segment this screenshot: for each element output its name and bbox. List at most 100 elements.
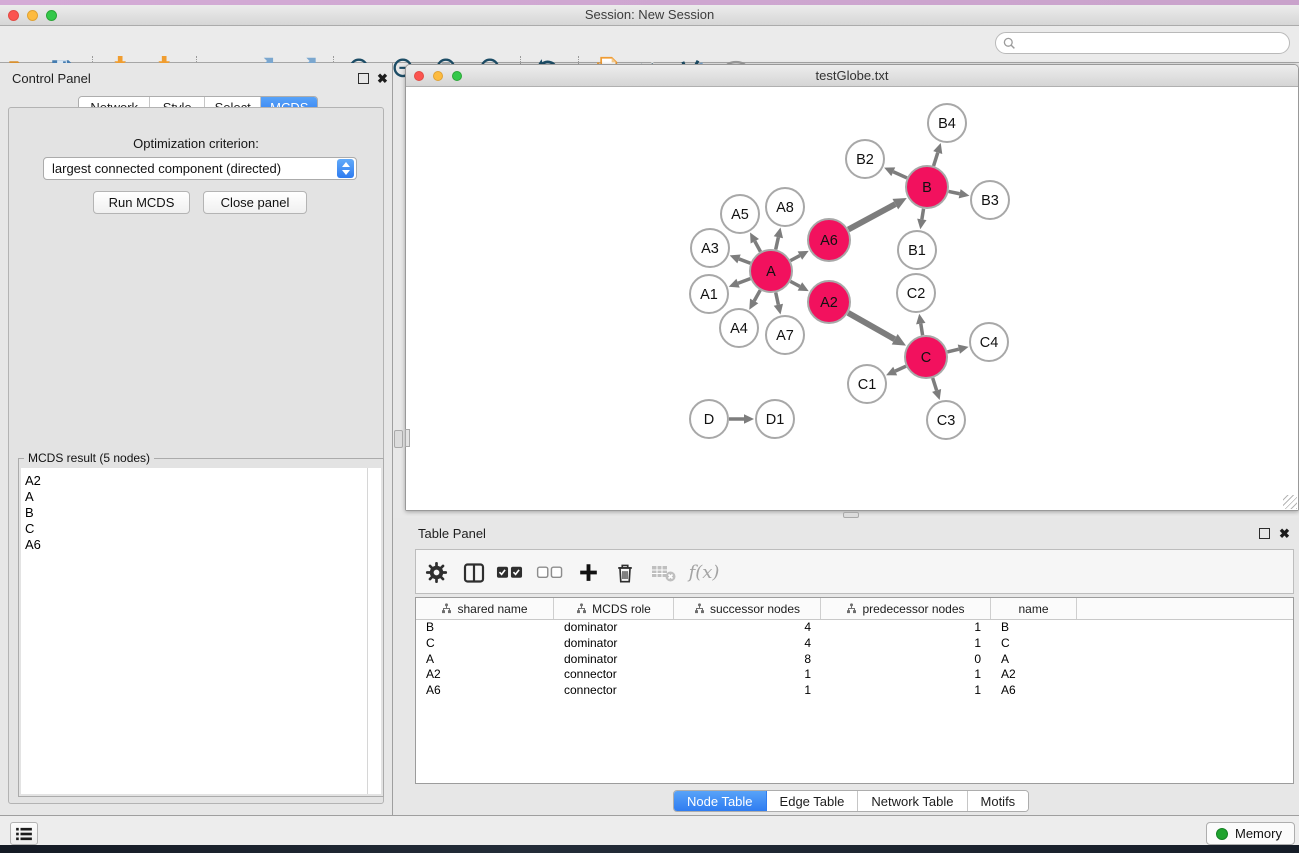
graph-edge-A-A2[interactable] (790, 281, 799, 286)
graph-edge-B-B3[interactable] (949, 191, 960, 193)
graph-edge-C-C3[interactable] (933, 378, 937, 390)
table-cell[interactable]: 1 (821, 683, 991, 699)
deselect-all-columns-button[interactable] (536, 559, 563, 586)
table-row[interactable]: A2connector11A2 (416, 667, 1293, 683)
table-cell[interactable]: B (991, 620, 1077, 636)
table-cell[interactable]: C (991, 636, 1077, 652)
table-cell[interactable]: 4 (674, 620, 821, 636)
network-minimize-traffic-light[interactable] (433, 71, 443, 81)
table-cell[interactable]: 1 (821, 636, 991, 652)
run-mcds-button[interactable]: Run MCDS (93, 191, 190, 214)
graph-edge-B-B4[interactable] (934, 153, 938, 166)
table-cell[interactable]: 1 (821, 667, 991, 683)
table-cell[interactable]: connector (554, 667, 674, 683)
table-cell[interactable]: 4 (674, 636, 821, 652)
network-view-window[interactable]: testGlobe.txt B4B2BB3A5A8A6B1A3AA1C2A2A4… (405, 64, 1299, 511)
table-tab-edge-table[interactable]: Edge Table (767, 791, 859, 811)
table-cell[interactable]: A2 (991, 667, 1077, 683)
mcds-result-item[interactable]: C (21, 521, 367, 537)
search-input[interactable] (1016, 36, 1276, 50)
table-tab-node-table[interactable]: Node Table (674, 791, 767, 811)
table-row[interactable]: Cdominator41C (416, 636, 1293, 652)
table-row[interactable]: Adominator80A (416, 652, 1293, 668)
memory-button[interactable]: Memory (1206, 822, 1295, 845)
table-row[interactable]: A6connector11A6 (416, 683, 1293, 699)
graph-edge-C-C4[interactable] (947, 349, 958, 352)
close-table-panel-icon[interactable]: ✖ (1279, 528, 1290, 539)
vertical-splitter-handle[interactable] (394, 430, 403, 448)
table-cell[interactable]: 8 (674, 652, 821, 668)
graph-edge-A-A4[interactable] (754, 290, 760, 301)
column-header-predecessor-nodes[interactable]: predecessor nodes (821, 598, 991, 619)
minimize-window-traffic-light[interactable] (27, 10, 38, 21)
table-row[interactable]: Bdominator41B (416, 620, 1293, 636)
column-header-MCDS-role[interactable]: MCDS role (554, 598, 674, 619)
column-header-successor-nodes[interactable]: successor nodes (674, 598, 821, 619)
graph-edge-A-A8[interactable] (776, 237, 779, 249)
network-zoom-traffic-light[interactable] (452, 71, 462, 81)
table-cell[interactable]: A2 (416, 667, 554, 683)
table-cell[interactable]: A (416, 652, 554, 668)
column-header-label: successor nodes (710, 602, 800, 616)
main-titlebar[interactable]: Session: New Session (0, 5, 1299, 26)
float-panel-icon[interactable] (358, 73, 369, 84)
result-list-scrollbar[interactable] (367, 468, 381, 794)
select-all-columns-button[interactable] (496, 559, 523, 586)
mcds-result-item[interactable]: A6 (21, 537, 367, 553)
table-cell[interactable]: C (416, 636, 554, 652)
graph-edge-A-A5[interactable] (755, 241, 761, 251)
table-tab-network-table[interactable]: Network Table (858, 791, 967, 811)
table-cell[interactable]: A6 (416, 683, 554, 699)
graph-edge-B-B1[interactable] (922, 209, 924, 220)
table-cell[interactable]: dominator (554, 652, 674, 668)
network-window-resize-grip[interactable] (1283, 495, 1297, 509)
table-cell[interactable]: dominator (554, 636, 674, 652)
table-cell[interactable]: dominator (554, 620, 674, 636)
table-cell[interactable]: connector (554, 683, 674, 699)
node-table[interactable]: shared nameMCDS role successor nodes prede… (415, 597, 1294, 784)
gear-icon (425, 561, 448, 584)
table-settings-button[interactable] (423, 559, 450, 586)
optimization-criterion-dropdown[interactable]: largest connected component (directed) (43, 157, 357, 180)
table-cell[interactable]: 0 (821, 652, 991, 668)
table-cell[interactable]: B (416, 620, 554, 636)
graph-node-label: A5 (731, 207, 749, 223)
table-cell[interactable]: A (991, 652, 1077, 668)
table-cell[interactable]: 1 (674, 667, 821, 683)
close-window-traffic-light[interactable] (8, 10, 19, 21)
column-header-name[interactable]: name (991, 598, 1077, 619)
delete-column-button[interactable] (611, 559, 638, 586)
graph-edge-A-A6[interactable] (790, 256, 799, 261)
table-cell[interactable]: 1 (674, 683, 821, 699)
table-cell[interactable]: 1 (821, 620, 991, 636)
graph-edge-C-C2[interactable] (921, 324, 923, 336)
mcds-result-item[interactable]: A2 (21, 473, 367, 489)
show-column-panel-button[interactable] (460, 559, 487, 586)
zoom-window-traffic-light[interactable] (46, 10, 57, 21)
graph-edge-A-A7[interactable] (776, 292, 779, 304)
network-window-left-grip[interactable] (405, 429, 410, 447)
close-panel-button[interactable]: Close panel (203, 191, 307, 214)
table-tab-motifs[interactable]: Motifs (968, 791, 1029, 811)
graph-edge-A-A3[interactable] (739, 259, 750, 263)
graph-edge-C-C1[interactable] (895, 366, 906, 371)
network-canvas[interactable]: B4B2BB3A5A8A6B1A3AA1C2A2A4A7C4CC1C3DD1 (406, 88, 1298, 510)
task-history-button[interactable] (10, 822, 38, 845)
mcds-result-item[interactable]: A (21, 489, 367, 505)
network-window-titlebar[interactable]: testGlobe.txt (406, 65, 1298, 87)
toolbar-search-field[interactable] (995, 32, 1290, 54)
table-cell[interactable]: A6 (991, 683, 1077, 699)
close-panel-icon[interactable]: ✖ (377, 73, 388, 84)
column-header-shared-name[interactable]: shared name (416, 598, 554, 619)
graph-edge-A-A1[interactable] (738, 279, 750, 284)
float-table-panel-icon[interactable] (1259, 528, 1270, 539)
create-column-button[interactable] (575, 559, 602, 586)
graph-edge-B-B2[interactable] (893, 172, 907, 178)
table-panel-title: Table Panel (418, 526, 486, 541)
mcds-result-list[interactable]: A2ABCA6 (21, 468, 367, 794)
graph-node-label: C2 (907, 286, 926, 302)
network-close-traffic-light[interactable] (414, 71, 424, 81)
graph-edge-A6-B[interactable] (848, 204, 895, 229)
mcds-result-item[interactable]: B (21, 505, 367, 521)
graph-edge-A2-C[interactable] (848, 313, 895, 339)
